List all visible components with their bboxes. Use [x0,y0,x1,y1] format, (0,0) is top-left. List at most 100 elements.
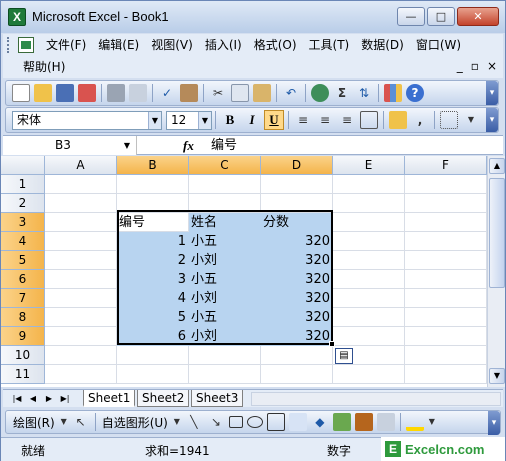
scroll-down-button[interactable]: ▼ [489,368,505,384]
chart-wizard-icon[interactable] [384,84,402,102]
next-sheet-button[interactable]: ▶ [43,392,55,406]
help-icon[interactable]: ? [406,84,424,102]
grid-cell[interactable] [117,346,189,365]
text-box-icon[interactable] [266,413,285,431]
chevron-down-icon[interactable]: ▼ [60,413,68,431]
grid-cell[interactable] [45,308,117,327]
sort-icon[interactable]: ⇅ [355,84,373,102]
table-cell[interactable]: 小刘 [189,289,261,308]
sheet-tab-sheet3[interactable]: Sheet3 [191,390,244,407]
table-cell[interactable]: 2 [117,251,189,270]
table-cell[interactable]: 小五 [189,232,261,251]
workbook-minimize-button[interactable]: _ [457,59,463,73]
merge-center-icon[interactable] [360,111,378,129]
row-header[interactable]: 1 [1,175,45,194]
chevron-down-icon[interactable]: ▼ [120,136,134,155]
formula-input[interactable]: 编号 [211,136,237,155]
permission-icon[interactable] [78,84,96,102]
grid-cell[interactable] [45,346,117,365]
grid-cell[interactable] [405,365,487,384]
table-cell[interactable]: 320 [261,251,333,270]
grid-cell[interactable] [333,308,405,327]
undo-icon[interactable]: ↶ [282,84,300,102]
sheet-tab-sheet2[interactable]: Sheet2 [137,390,190,407]
research-icon[interactable] [180,84,198,102]
table-cell[interactable]: 小五 [189,308,261,327]
oval-icon[interactable] [246,416,263,428]
grid-cell[interactable] [333,213,405,232]
draw-menu[interactable]: 绘图(R) [13,414,55,431]
grid-cell[interactable] [117,365,189,384]
table-header-cell[interactable]: 分数 [261,213,333,232]
menu-help[interactable]: 帮助(H) [17,56,71,78]
wordart-icon[interactable] [288,413,307,431]
chevron-down-icon[interactable]: ▼ [428,413,436,431]
table-cell[interactable]: 320 [261,289,333,308]
rectangle-icon[interactable] [228,416,243,428]
grid-cell[interactable] [333,251,405,270]
save-icon[interactable] [56,84,74,102]
table-cell[interactable]: 小刘 [189,327,261,346]
close-button[interactable]: ✕ [457,7,499,26]
maximize-button[interactable]: □ [427,7,455,26]
menu-format[interactable]: 格式(O) [248,34,303,56]
row-header[interactable]: 6 [1,270,45,289]
cut-icon[interactable]: ✂ [209,84,227,102]
grid-cell[interactable] [333,232,405,251]
font-name-select[interactable]: 宋体 ▼ [12,110,162,130]
worksheet-grid[interactable]: A B C D E F 1 2 3 4 5 6 7 8 9 10 11 编号 姓名… [1,156,487,387]
menu-view[interactable]: 视图(V) [145,34,199,56]
grid-cell[interactable] [261,194,333,213]
row-header[interactable]: 11 [1,365,45,384]
menu-file[interactable]: 文件(F) [40,34,92,56]
minimize-button[interactable]: — [397,7,425,26]
chevron-down-icon[interactable]: ▼ [462,111,480,129]
grid-cell[interactable] [261,175,333,194]
autosum-icon[interactable]: Σ [333,84,351,102]
grid-cell[interactable] [45,251,117,270]
align-right-icon[interactable]: ≡ [338,111,356,129]
table-cell[interactable]: 320 [261,270,333,289]
grid-cell[interactable] [45,175,117,194]
grid-cell[interactable] [45,213,117,232]
grid-cell[interactable] [405,175,487,194]
first-sheet-button[interactable]: |◀ [11,392,23,406]
toolbar-options-chevron[interactable]: ▾ [486,108,498,132]
column-header-a[interactable]: A [45,156,117,175]
grid-cell[interactable] [405,213,487,232]
table-cell[interactable]: 小刘 [189,251,261,270]
menu-tools[interactable]: 工具(T) [303,34,356,56]
font-size-select[interactable]: 12 ▼ [166,110,212,130]
workbook-restore-button[interactable]: ▫ [471,59,479,73]
grid-cell[interactable] [405,270,487,289]
grid-cell[interactable] [189,175,261,194]
chevron-down-icon[interactable]: ▼ [148,111,161,129]
grid-cell[interactable] [45,270,117,289]
excel-app-icon[interactable]: X [8,8,26,26]
table-cell[interactable]: 5 [117,308,189,327]
align-center-icon[interactable]: ≡ [316,111,334,129]
arrow-icon[interactable]: ↘ [207,413,225,431]
grid-cell[interactable] [45,365,117,384]
copy-icon[interactable] [231,84,249,102]
table-header-cell[interactable]: 姓名 [189,213,261,232]
table-cell[interactable]: 320 [261,232,333,251]
fill-color-icon[interactable] [405,413,424,431]
insert-function-icon[interactable]: fx [183,136,194,155]
table-cell[interactable]: 6 [117,327,189,346]
grid-cell[interactable] [405,289,487,308]
prev-sheet-button[interactable]: ◀ [27,392,39,406]
table-cell[interactable]: 3 [117,270,189,289]
print-icon[interactable] [107,84,125,102]
sheet-tab-sheet1[interactable]: Sheet1 [83,390,136,407]
select-objects-icon[interactable]: ↖ [72,413,90,431]
row-header[interactable]: 10 [1,346,45,365]
borders-icon[interactable] [440,111,458,129]
select-all-corner[interactable] [1,156,45,175]
grid-cell[interactable] [45,232,117,251]
grid-cell[interactable] [405,308,487,327]
table-header-cell[interactable]: 编号 [117,213,189,232]
row-header[interactable]: 4 [1,232,45,251]
row-header[interactable]: 7 [1,289,45,308]
print-preview-icon[interactable] [129,84,147,102]
